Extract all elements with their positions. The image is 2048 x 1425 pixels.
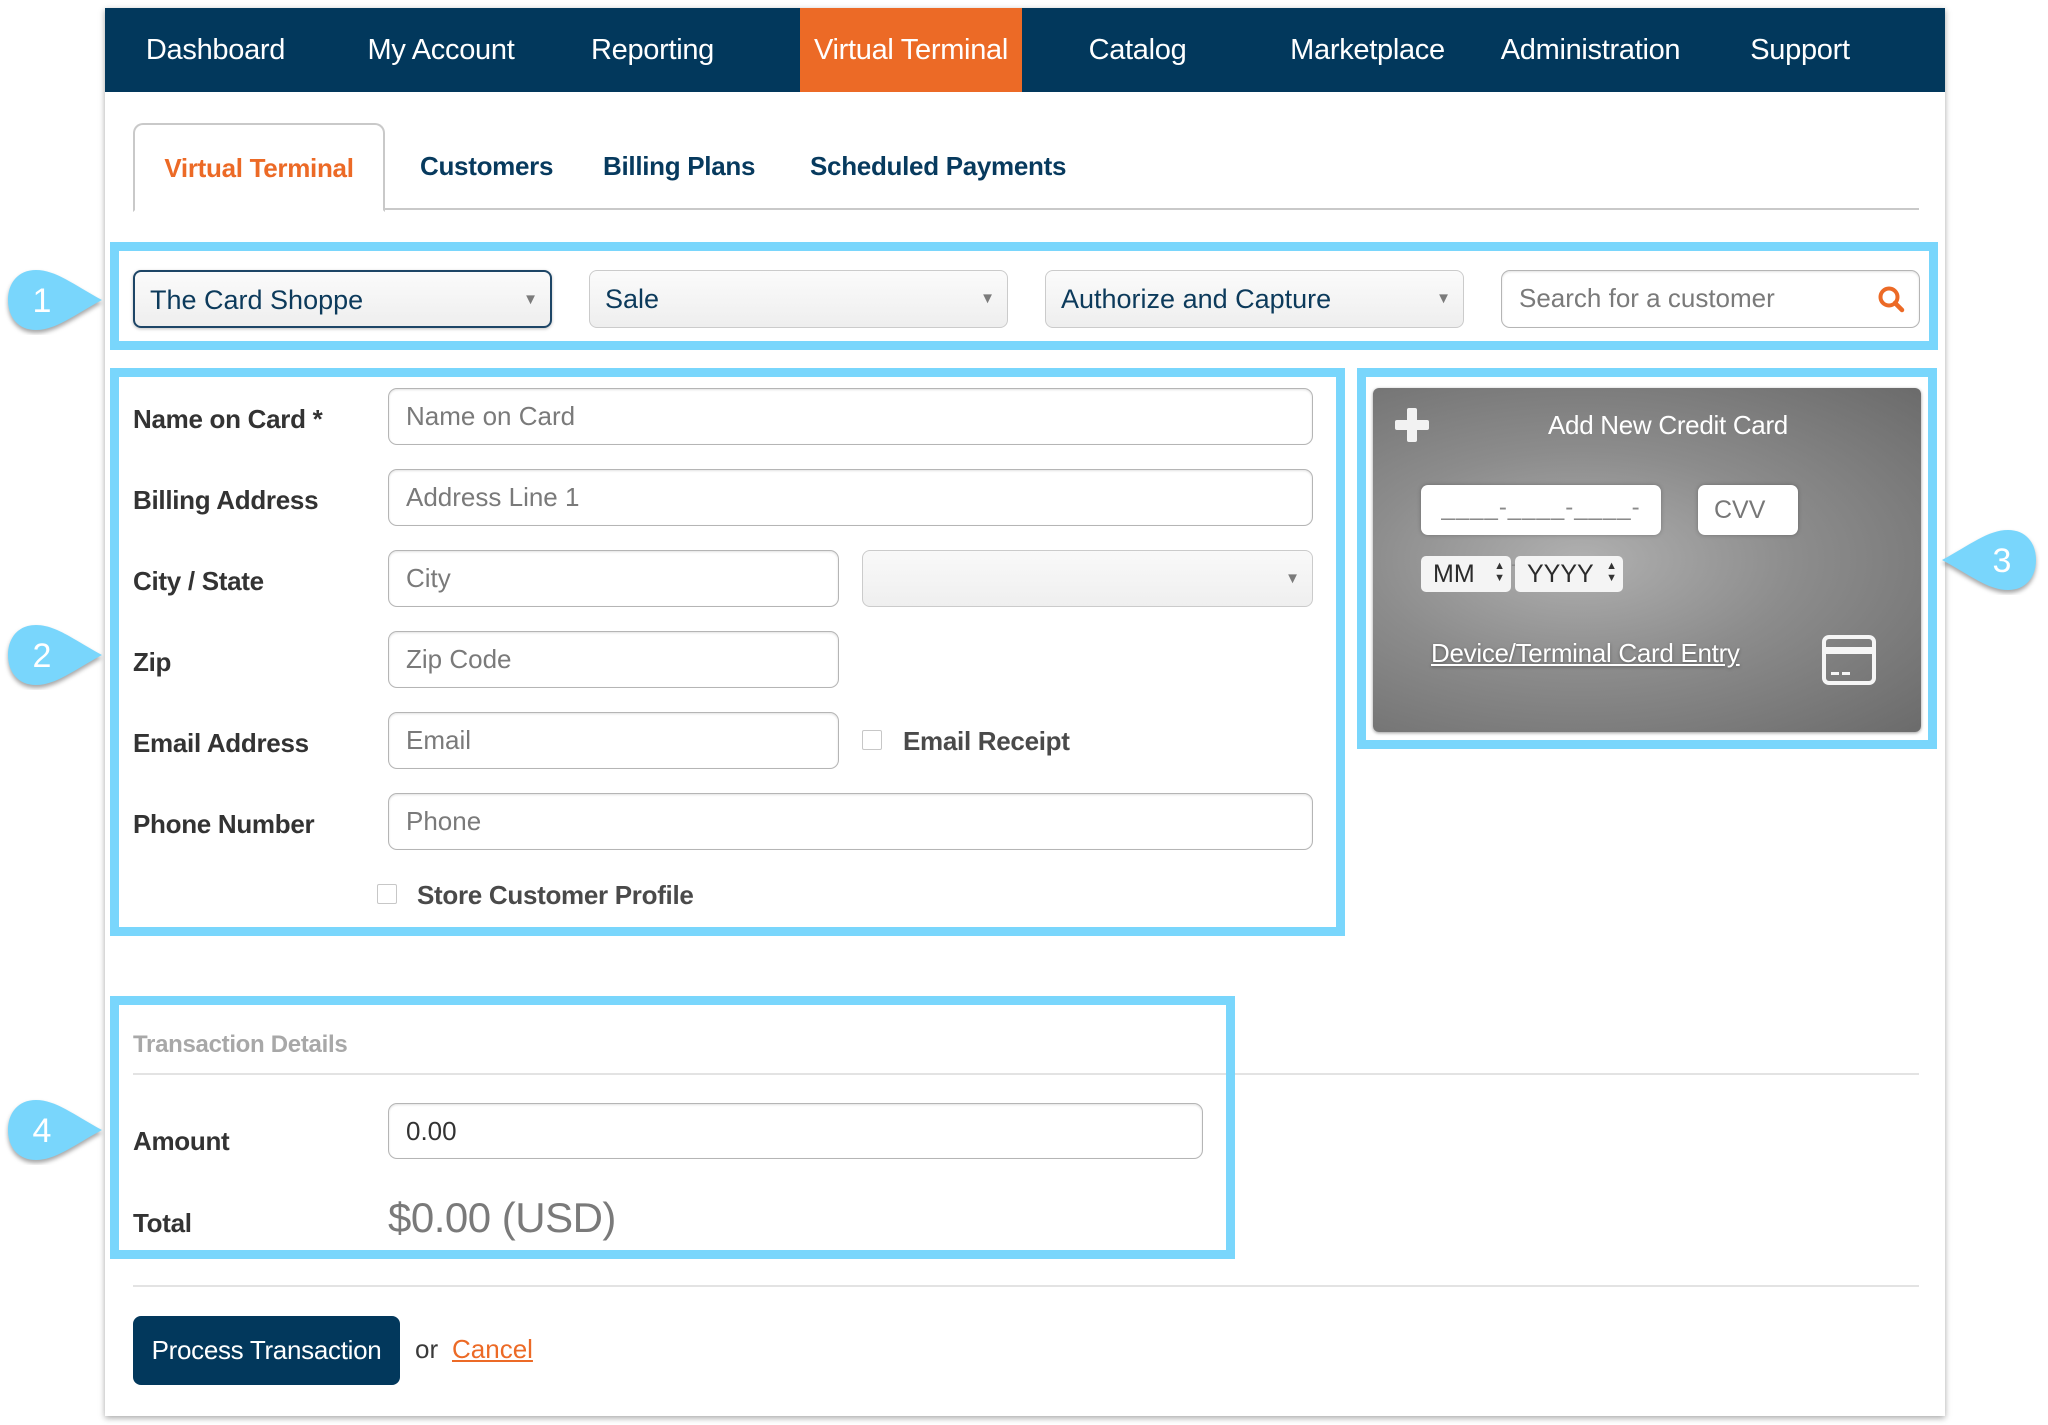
amount-input[interactable]: 0.00 — [388, 1103, 1203, 1159]
zip-code-input[interactable]: Zip Code — [388, 631, 839, 688]
city-input[interactable]: City — [388, 550, 839, 607]
email-input[interactable]: Email — [388, 712, 839, 769]
nav-my-account[interactable]: My Account — [351, 8, 531, 92]
phone-placeholder: Phone — [406, 806, 482, 836]
search-icon[interactable] — [1877, 285, 1905, 313]
tab-scheduled-payments[interactable]: Scheduled Payments — [810, 123, 1066, 210]
amount-value: 0.00 — [406, 1116, 457, 1146]
city-placeholder: City — [406, 563, 451, 593]
city-state-label: City / State — [133, 566, 264, 596]
or-text: or — [415, 1334, 439, 1364]
nav-support[interactable]: Support — [1730, 8, 1870, 92]
total-label: Total — [133, 1208, 192, 1238]
expiry-month-select[interactable]: MM ▲ ▼ — [1421, 556, 1511, 592]
email-receipt-label[interactable]: Email Receipt — [903, 726, 1070, 757]
store-customer-profile-checkbox[interactable] — [377, 884, 397, 904]
merchant-select[interactable]: The Card Shoppe ▼ — [133, 270, 552, 328]
tab-billing-plans[interactable]: Billing Plans — [603, 123, 755, 210]
cvv-input[interactable]: CVV — [1698, 485, 1798, 535]
name-label: Name on Card * — [133, 404, 323, 434]
card-number-input[interactable]: ____-____-____-____ — [1421, 485, 1661, 567]
amount-label: Amount — [133, 1126, 230, 1156]
nav-dashboard[interactable]: Dashboard — [133, 8, 298, 92]
zip-label: Zip — [133, 647, 172, 677]
phone-input[interactable]: Phone — [388, 793, 1313, 850]
device-terminal-card-entry-link[interactable]: Device/Terminal Card Entry — [1431, 638, 1740, 669]
email-placeholder: Email — [406, 725, 472, 755]
callout-marker-2: 2 — [8, 625, 102, 685]
processing-type-value: Authorize and Capture — [1061, 284, 1332, 314]
name-placeholder: Name on Card — [406, 401, 576, 431]
phone-number-label: Phone Number — [133, 809, 315, 839]
nav-catalog[interactable]: Catalog — [1065, 8, 1210, 92]
tab-virtual-terminal[interactable]: Virtual Terminal — [133, 123, 385, 212]
spinner-arrows-icon: ▲ ▼ — [1606, 560, 1617, 584]
expiry-year-value: YYYY — [1527, 560, 1594, 588]
address-line-1-input[interactable]: Address Line 1 — [388, 469, 1313, 526]
callout-number-3: 3 — [1993, 542, 2012, 580]
address-placeholder: Address Line 1 — [406, 482, 580, 512]
callout-number-4: 4 — [33, 1112, 52, 1150]
billing-address-label: Billing Address — [133, 485, 319, 515]
nav-marketplace[interactable]: Marketplace — [1275, 8, 1460, 92]
customer-search-input[interactable]: Search for a customer — [1501, 270, 1920, 328]
expiry-month-value: MM — [1433, 560, 1475, 588]
credit-card-icon[interactable] — [1822, 633, 1876, 687]
top-nav: Dashboard My Account Reporting Virtual T… — [105, 8, 1945, 92]
spinner-arrows-icon: ▲ ▼ — [1494, 560, 1505, 584]
callout-marker-3: 3 — [1942, 530, 2036, 590]
email-address-label: Email Address — [133, 728, 309, 758]
actions-divider — [133, 1285, 1919, 1287]
chevron-down-icon: ▼ — [1285, 570, 1300, 587]
state-select[interactable]: ▼ — [862, 550, 1313, 607]
total-value: $0.00 (USD) — [388, 1194, 616, 1241]
merchant-select-value: The Card Shoppe — [150, 285, 364, 315]
transaction-type-value: Sale — [605, 284, 660, 314]
chevron-down-icon: ▼ — [1436, 290, 1451, 307]
tab-customers[interactable]: Customers — [420, 123, 553, 210]
transaction-details-title: Transaction Details — [133, 1031, 348, 1058]
chevron-down-icon: ▼ — [523, 291, 538, 308]
callout-marker-1: 1 — [8, 270, 102, 330]
add-new-credit-card-title: Add New Credit Card — [1548, 410, 1788, 440]
expiry-year-select[interactable]: YYYY ▲ ▼ — [1515, 556, 1623, 592]
nav-virtual-terminal[interactable]: Virtual Terminal — [800, 8, 1022, 92]
nav-reporting[interactable]: Reporting — [570, 8, 735, 92]
email-receipt-checkbox[interactable] — [862, 730, 882, 750]
nav-administration[interactable]: Administration — [1488, 8, 1693, 92]
zip-placeholder: Zip Code — [406, 644, 512, 674]
callout-marker-4: 4 — [8, 1100, 102, 1160]
name-on-card-input[interactable]: Name on Card — [388, 388, 1313, 445]
chevron-down-icon: ▼ — [980, 290, 995, 307]
cancel-link[interactable]: Cancel — [452, 1334, 533, 1365]
sub-tabs: Virtual Terminal Customers Billing Plans… — [133, 123, 1919, 212]
customer-search-placeholder: Search for a customer — [1519, 283, 1775, 313]
store-customer-profile-label[interactable]: Store Customer Profile — [417, 880, 694, 911]
credit-card-widget: Add New Credit Card ____-____-____-____ … — [1373, 388, 1921, 732]
page-container: Dashboard My Account Reporting Virtual T… — [105, 8, 1945, 1416]
processing-type-select[interactable]: Authorize and Capture ▼ — [1045, 270, 1464, 328]
callout-number-2: 2 — [33, 637, 52, 675]
callout-number-1: 1 — [33, 282, 52, 320]
transaction-type-select[interactable]: Sale ▼ — [589, 270, 1008, 328]
process-transaction-button[interactable]: Process Transaction — [133, 1316, 400, 1385]
